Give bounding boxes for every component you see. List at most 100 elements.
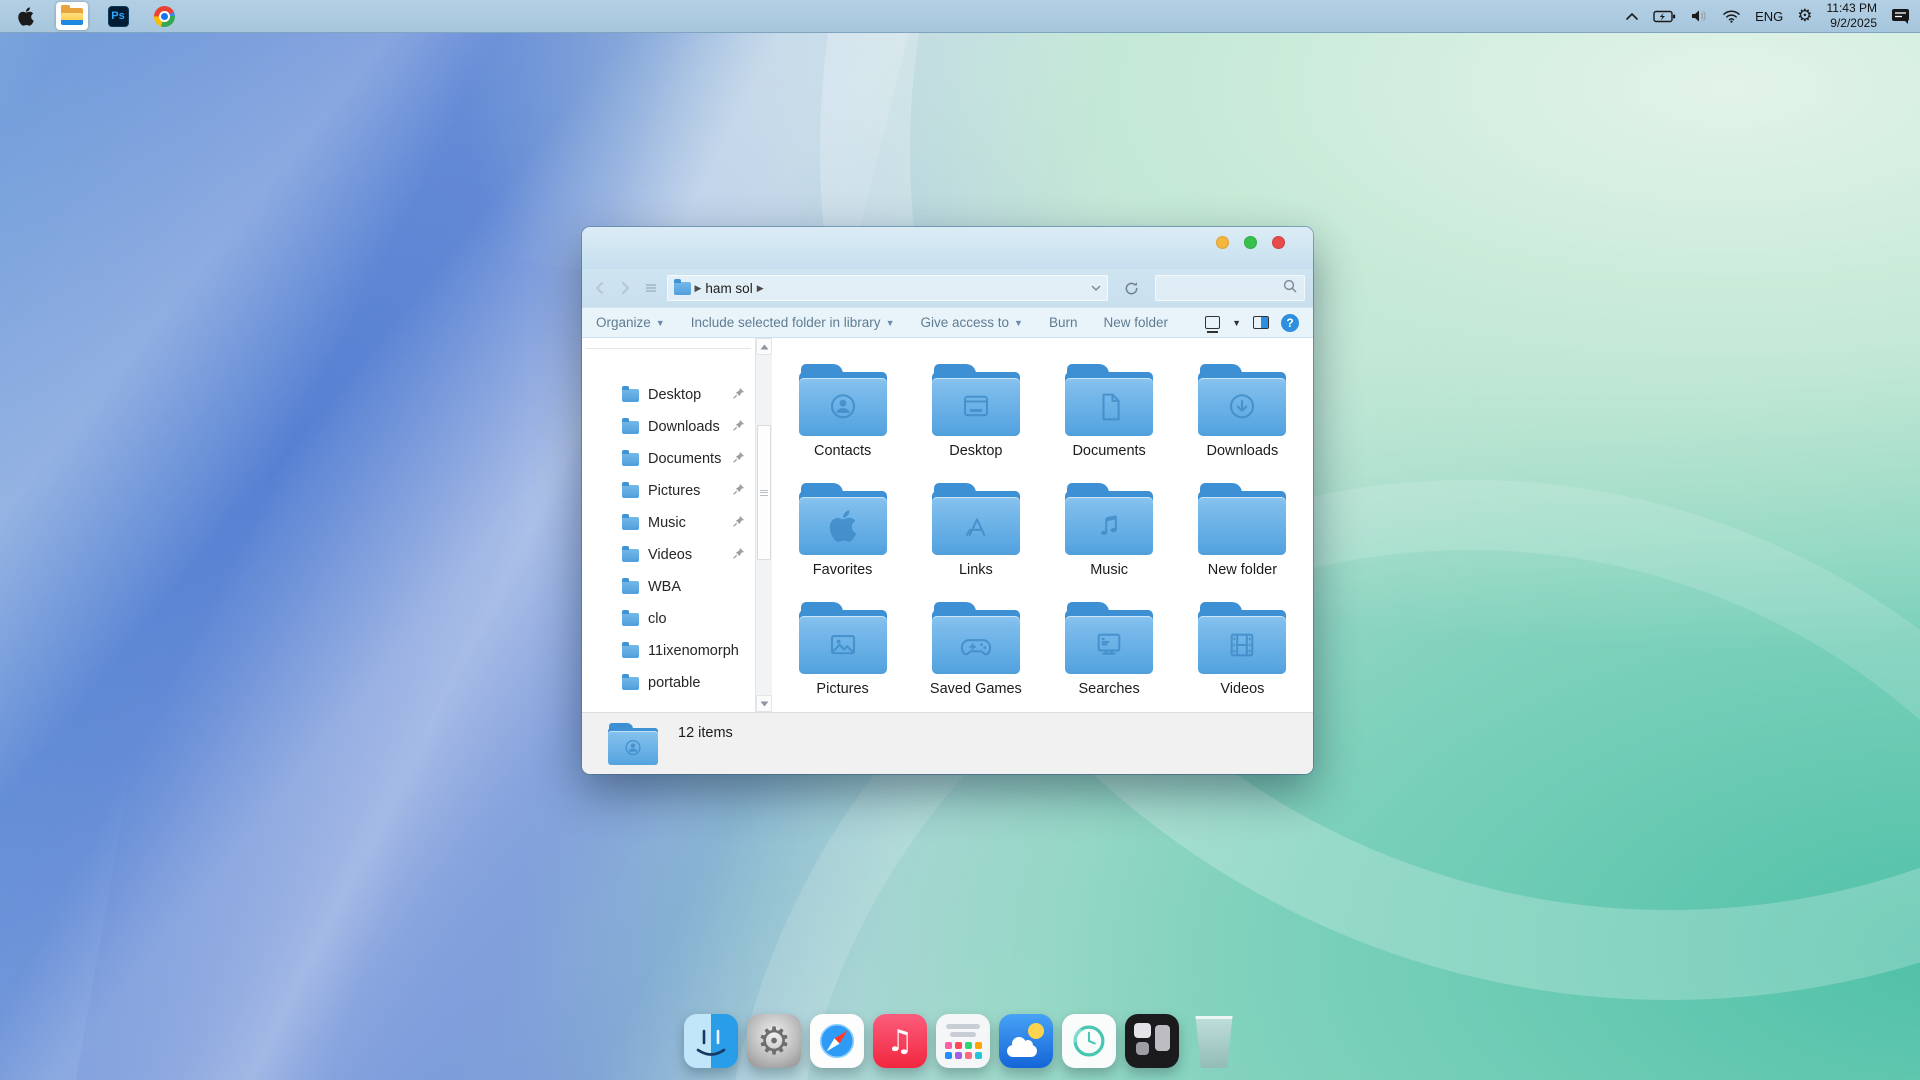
scrollbar-thumb[interactable] [757, 425, 771, 560]
taskbar-tray: ENG ⚙ 11:43 PM 9/2/2025 [1625, 0, 1910, 32]
sidebar-item-11ixenomorph[interactable]: 11ixenomorph [582, 635, 755, 667]
folder-item-new-folder[interactable]: New folder [1176, 483, 1309, 596]
safari-dock-icon[interactable] [810, 1014, 864, 1068]
gamepad-glyph-icon [954, 623, 998, 667]
taskbar: Ps ENG ⚙ 11:43 PM 9/2/2025 [0, 0, 1920, 33]
pin-icon [733, 451, 745, 467]
sidebar-scrollbar[interactable] [755, 338, 772, 712]
compass-icon [815, 1019, 859, 1063]
breadcrumb-arrow-icon[interactable]: ▶ [757, 283, 764, 294]
address-bar[interactable]: ▶ ham sol ▶ [667, 275, 1108, 301]
taskbar-file-explorer-button[interactable] [56, 2, 88, 30]
battery-icon[interactable] [1653, 10, 1676, 23]
sidebar-item-music[interactable]: Music [582, 507, 755, 539]
breadcrumb-path[interactable]: ham sol [705, 281, 752, 296]
appstore-glyph-icon [954, 504, 998, 548]
sidebar-item-clo[interactable]: clo [582, 603, 755, 635]
dock: ⚙ ♫ [0, 1014, 1920, 1068]
status-bar: 12 items [582, 712, 1313, 774]
download-glyph-icon [1220, 385, 1264, 429]
taskbar-left: Ps [10, 0, 180, 32]
folder-item-videos[interactable]: Videos [1176, 602, 1309, 715]
folder-icon [622, 421, 639, 434]
music-dock-icon[interactable]: ♫ [873, 1014, 927, 1068]
folder-icon [622, 453, 639, 466]
pin-icon [733, 419, 745, 435]
view-dropdown-icon[interactable]: ▼ [1232, 318, 1241, 328]
sidebar-item-desktop[interactable]: Desktop [582, 379, 755, 411]
apple-menu-button[interactable] [10, 2, 42, 30]
organize-menu-button[interactable]: Organize▼ [596, 315, 665, 330]
widgets-dock-icon[interactable] [1125, 1014, 1179, 1068]
give-access-menu-button[interactable]: Give access to▼ [920, 315, 1022, 330]
system-preferences-dock-icon[interactable]: ⚙ [747, 1014, 801, 1068]
sidebar-item-wba[interactable]: WBA [582, 571, 755, 603]
folder-item-music[interactable]: Music [1043, 483, 1176, 596]
app-grid-icon [945, 1042, 982, 1059]
help-button[interactable]: ? [1281, 314, 1299, 332]
desktop-window-glyph-icon [954, 385, 998, 429]
sidebar-item-portable[interactable]: portable [582, 667, 755, 699]
tray-settings-gear-icon[interactable]: ⚙ [1797, 8, 1812, 25]
sidebar: Desktop Downloads Documents Pictures Mus [582, 338, 755, 712]
finder-dock-icon[interactable] [684, 1014, 738, 1068]
scrollbar-track[interactable] [756, 355, 772, 695]
file-explorer-window: ▶ ham sol ▶ Organize▼ Include selected f… [582, 227, 1313, 774]
navigation-bar: ▶ ham sol ▶ [582, 269, 1313, 307]
folder-item-pictures[interactable]: Pictures [776, 602, 909, 715]
back-button[interactable] [590, 278, 610, 298]
search-icon[interactable] [1283, 279, 1297, 298]
folder-item-favorites[interactable]: Favorites [776, 483, 909, 596]
address-dropdown-icon[interactable] [1091, 279, 1101, 297]
folder-item-downloads[interactable]: Downloads [1176, 364, 1309, 477]
zoom-button[interactable] [1244, 236, 1257, 249]
weather-dock-icon[interactable] [999, 1014, 1053, 1068]
contacts-glyph-icon [821, 385, 865, 429]
wifi-icon[interactable] [1722, 9, 1741, 23]
search-input[interactable] [1163, 281, 1283, 296]
folder-item-desktop[interactable]: Desktop [909, 364, 1042, 477]
folder-icon [622, 517, 639, 530]
scroll-up-button[interactable] [756, 338, 772, 355]
trash-dock-icon[interactable] [1192, 1016, 1236, 1068]
refresh-button[interactable] [1122, 278, 1142, 298]
volume-icon[interactable] [1690, 9, 1708, 23]
folder-item-documents[interactable]: Documents [1043, 364, 1176, 477]
window-titlebar[interactable] [582, 227, 1313, 269]
folder-icon [622, 485, 639, 498]
folder-item-links[interactable]: Links [909, 483, 1042, 596]
close-button[interactable] [1272, 236, 1285, 249]
tray-chevron-up-icon[interactable] [1625, 12, 1639, 21]
burn-button[interactable]: Burn [1049, 315, 1078, 330]
pin-icon [733, 483, 745, 499]
tray-clock[interactable]: 11:43 PM 9/2/2025 [1827, 1, 1877, 31]
sidebar-item-pictures[interactable]: Pictures [582, 475, 755, 507]
scroll-down-button[interactable] [756, 695, 772, 712]
notifications-icon[interactable] [1891, 8, 1910, 24]
music-note-icon: ♫ [887, 1024, 914, 1059]
taskbar-photoshop-button[interactable]: Ps [102, 2, 134, 30]
sidebar-item-documents[interactable]: Documents [582, 443, 755, 475]
sidebar-item-downloads[interactable]: Downloads [582, 411, 755, 443]
document-glyph-icon [1087, 385, 1131, 429]
forward-button[interactable] [616, 278, 636, 298]
current-folder-icon [608, 723, 658, 765]
user-glyph-icon [620, 735, 646, 761]
language-indicator[interactable]: ENG [1755, 9, 1783, 24]
breadcrumb-arrow-icon[interactable]: ▶ [695, 283, 702, 294]
launchpad-dock-icon[interactable] [936, 1014, 990, 1068]
new-folder-button[interactable]: New folder [1103, 315, 1168, 330]
minimize-button[interactable] [1216, 236, 1229, 249]
taskbar-chrome-button[interactable] [148, 2, 180, 30]
time-machine-dock-icon[interactable] [1062, 1014, 1116, 1068]
sidebar-item-videos[interactable]: Videos [582, 539, 755, 571]
include-in-library-menu-button[interactable]: Include selected folder in library▼ [691, 315, 895, 330]
tray-time: 11:43 PM [1827, 1, 1877, 16]
folder-item-saved-games[interactable]: Saved Games [909, 602, 1042, 715]
preview-pane-button[interactable] [1253, 316, 1269, 329]
change-view-button[interactable] [1205, 316, 1220, 329]
folder-icon [622, 549, 639, 562]
folder-item-searches[interactable]: Searches [1043, 602, 1176, 715]
recent-locations-icon[interactable] [641, 278, 661, 298]
folder-item-contacts[interactable]: Contacts [776, 364, 909, 477]
